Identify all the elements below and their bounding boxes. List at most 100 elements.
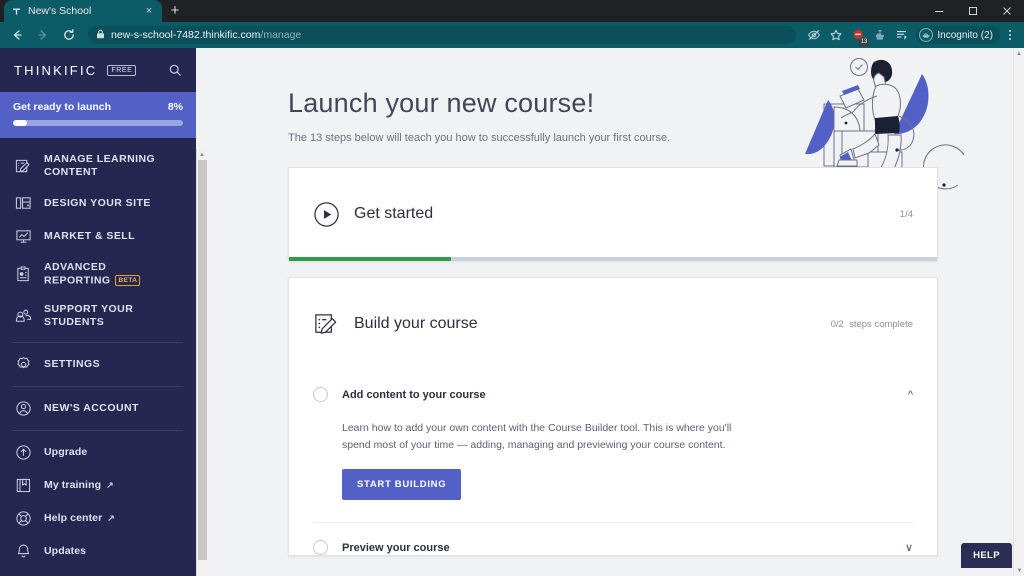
lock-icon xyxy=(96,26,105,44)
help-button[interactable]: HELP xyxy=(961,543,1012,568)
chevron-up-icon[interactable]: ^ xyxy=(908,389,913,400)
sidebar-item-label: Upgrade xyxy=(44,446,88,459)
search-icon[interactable] xyxy=(168,63,182,77)
layout-icon xyxy=(13,195,33,212)
card-title: Build your course xyxy=(354,315,478,332)
browser-tab[interactable]: New's School × xyxy=(4,0,162,22)
sidebar-item-help-center[interactable]: Help center ↗ xyxy=(0,502,196,535)
window-minimize-button[interactable] xyxy=(922,0,956,22)
launch-progress-percent: 8% xyxy=(167,101,183,113)
sidebar-header: THINKIFIC FREE xyxy=(0,48,196,92)
launch-progress-banner[interactable]: Get ready to launch 8% xyxy=(0,92,196,138)
thinkific-favicon-icon xyxy=(10,5,22,17)
sidebar-item-updates[interactable]: Updates xyxy=(0,535,196,568)
card-steps-count: 0/2 xyxy=(830,318,844,330)
sidebar-item-support-your-students[interactable]: SUPPORT YOUR STUDENTS xyxy=(0,295,196,337)
scroll-down-arrow-icon[interactable]: ▼ xyxy=(1014,565,1024,576)
forward-button xyxy=(32,24,54,46)
play-circle-icon xyxy=(313,201,343,228)
chart-board-icon xyxy=(13,228,33,245)
course-edit-icon xyxy=(313,311,343,338)
sidebar-item-settings[interactable]: SETTINGS xyxy=(0,348,196,381)
sidebar-item-label: MARKET & SELL xyxy=(44,230,136,242)
sidebar-item-label: Help center ↗ xyxy=(44,512,115,525)
book-icon xyxy=(13,477,33,494)
sidebar-item-manage-learning-content[interactable]: MANAGE LEARNING CONTENT xyxy=(0,145,196,187)
card-progress-meta: 1/4 xyxy=(899,208,913,220)
checklist-cards: Get started 1/4 Build your course 0/2 st… xyxy=(288,167,938,556)
people-icon xyxy=(13,308,33,325)
sidebar-item-label: My training ↗ xyxy=(44,479,114,492)
card-steps-suffix: steps complete xyxy=(849,318,913,330)
page-scrollbar[interactable]: ▲ ▼ xyxy=(1013,48,1024,576)
kebab-menu-icon[interactable] xyxy=(1002,25,1018,45)
address-bar[interactable]: new-s-school-7482.thinkific.com/manage xyxy=(88,26,797,44)
step-checkbox[interactable] xyxy=(313,540,328,555)
step-checkbox[interactable] xyxy=(313,387,328,402)
plan-badge: FREE xyxy=(107,64,137,76)
reload-button[interactable] xyxy=(58,24,80,46)
scroll-up-arrow-icon[interactable]: ▲ xyxy=(197,149,207,160)
incognito-spy-icon xyxy=(919,28,934,42)
card-progress-fill xyxy=(289,257,451,261)
card-get-started[interactable]: Get started 1/4 xyxy=(288,167,938,261)
beta-badge: BETA xyxy=(115,275,141,286)
card-progress-meta: 0/2 steps complete xyxy=(831,319,913,330)
step-title: Add content to your course xyxy=(342,388,486,401)
toolbar-icon-group: 13 Incognito (2) xyxy=(804,25,1018,46)
card-header[interactable]: Build your course 0/2 steps complete xyxy=(289,278,937,370)
sidebar-nav: MANAGE LEARNING CONTENT DESIGN YOUR SITE… xyxy=(0,138,196,568)
bell-icon xyxy=(13,543,33,560)
start-building-button[interactable]: START BUILDING xyxy=(342,469,462,500)
step-title: Preview your course xyxy=(342,541,450,554)
sidebar-item-advanced-reporting[interactable]: ADVANCED REPORTING BETA xyxy=(0,253,196,295)
card-steps-list: Add content to your course ^ Learn how t… xyxy=(289,370,937,555)
card-header[interactable]: Get started 1/4 xyxy=(289,168,937,260)
external-link-icon: ↗ xyxy=(107,513,115,524)
bookmark-star-icon[interactable] xyxy=(826,25,846,45)
extensions-puzzle-icon[interactable] xyxy=(870,25,890,45)
sidebar-item-label: SUPPORT YOUR STUDENTS xyxy=(44,303,134,329)
tab-title: New's School xyxy=(28,5,92,17)
card-build-your-course[interactable]: Build your course 0/2 steps complete Add… xyxy=(288,277,938,556)
card-progress-track xyxy=(289,257,937,261)
adblock-badge-count: 13 xyxy=(858,38,870,46)
tab-close-icon[interactable]: × xyxy=(142,4,156,18)
sidebar-item-label: NEW'S ACCOUNT xyxy=(44,402,139,415)
main-content: Launch your new course! The 13 steps bel… xyxy=(207,48,1024,576)
scroll-up-arrow-icon[interactable]: ▲ xyxy=(1014,48,1024,59)
new-tab-button[interactable]: + xyxy=(162,0,188,22)
arrow-up-circle-icon xyxy=(13,444,33,461)
browser-window: New's School × + new-s-school-7482.think… xyxy=(0,0,1024,576)
sidebar-divider xyxy=(13,386,183,388)
lifebuoy-icon xyxy=(13,510,33,527)
app-sidebar: THINKIFIC FREE Get ready to launch 8% MA… xyxy=(0,48,196,576)
incognito-indicator[interactable]: Incognito (2) xyxy=(916,26,1000,44)
sidebar-divider xyxy=(13,342,183,344)
step-header[interactable]: Add content to your course ^ xyxy=(313,370,913,402)
sidebar-item-account[interactable]: NEW'S ACCOUNT xyxy=(0,392,196,425)
sidebar-item-upgrade[interactable]: Upgrade xyxy=(0,436,196,469)
reading-list-icon[interactable] xyxy=(892,25,912,45)
sidebar-item-label: DESIGN YOUR SITE xyxy=(44,197,151,209)
sidebar-item-label: Updates xyxy=(44,545,87,558)
window-close-button[interactable] xyxy=(990,0,1024,22)
window-maximize-button[interactable] xyxy=(956,0,990,22)
sidebar-scrollbar[interactable]: ▲ xyxy=(196,149,207,576)
gear-icon xyxy=(13,356,33,373)
chevron-down-icon[interactable]: ∨ xyxy=(905,542,913,553)
step-preview-course: Preview your course ∨ xyxy=(313,522,913,555)
back-button[interactable] xyxy=(6,24,28,46)
content-edit-icon xyxy=(13,158,33,175)
eye-off-icon[interactable] xyxy=(804,25,824,45)
sidebar-item-label: SETTINGS xyxy=(44,358,101,371)
adblock-icon[interactable]: 13 xyxy=(848,25,870,46)
sidebar-scrollbar-thumb[interactable] xyxy=(198,160,207,560)
sidebar-item-market-and-sell[interactable]: MARKET & SELL xyxy=(0,220,196,253)
step-header[interactable]: Preview your course ∨ xyxy=(313,523,913,555)
user-circle-icon xyxy=(13,400,33,417)
sidebar-item-my-training[interactable]: My training ↗ xyxy=(0,469,196,502)
sidebar-item-label: MANAGE LEARNING CONTENT xyxy=(44,153,156,178)
launch-progress-fill xyxy=(13,120,27,126)
sidebar-item-design-your-site[interactable]: DESIGN YOUR SITE xyxy=(0,187,196,220)
